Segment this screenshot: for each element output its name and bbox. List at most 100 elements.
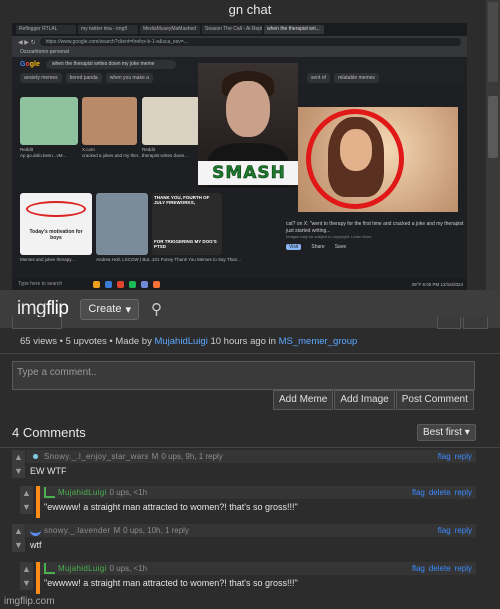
comments-count: 4 Comments <box>12 425 86 440</box>
image-action-button[interactable] <box>437 317 461 329</box>
meme-image: Reflogger RTLAL my twitter ima - imgfl M… <box>12 23 467 290</box>
image-action-button[interactable] <box>463 317 488 329</box>
up-arrow-icon[interactable]: ▲ <box>12 524 25 538</box>
delete-link[interactable]: delete <box>429 564 451 573</box>
page-scrollbar[interactable] <box>486 0 500 290</box>
avatar[interactable] <box>30 451 41 462</box>
windows-taskbar: Type here to search 29°F 6:05 PM 12/15/2… <box>12 278 467 290</box>
smash-label: SMASH <box>198 161 300 185</box>
result-source: Reddit <box>20 147 34 152</box>
delete-link[interactable]: delete <box>429 488 451 497</box>
comment-buttons: Add Meme Add Image Post Comment <box>273 390 475 410</box>
reply-link[interactable]: reply <box>455 526 472 535</box>
comment-username[interactable]: Snowy._.I_enjoy_star_wars <box>44 452 149 461</box>
up-arrow-icon[interactable]: ▲ <box>20 486 33 500</box>
reply-link[interactable]: reply <box>455 488 472 497</box>
browser-tab: Season The Call - Ai Reply <box>202 25 262 34</box>
flag-link[interactable]: flag <box>412 564 425 573</box>
vote-column: ▲ ▼ <box>20 562 33 590</box>
comment-reply: ▲ ▼ MujahidLuigi 0 ups, <1h flag delete … <box>20 486 476 518</box>
comment-username[interactable]: MujahidLuigi <box>58 564 107 573</box>
search-icon[interactable]: ⚲ <box>151 300 162 318</box>
chip: relatable memes <box>333 73 379 83</box>
comment-header: Snowy._.I_enjoy_star_wars M 0 ups, 9h, 1… <box>26 450 476 463</box>
divider <box>0 353 500 354</box>
vote-column: ▲ ▼ <box>12 450 25 478</box>
author-link[interactable]: MujahidLuigi <box>154 336 207 347</box>
comment-text: EW WTF <box>26 463 476 479</box>
flag-link[interactable]: flag <box>438 452 451 461</box>
chip: bored panda <box>65 73 102 83</box>
avatar[interactable] <box>44 563 55 574</box>
comment-input[interactable]: Type a comment.. <box>12 361 475 390</box>
avatar[interactable] <box>30 525 41 536</box>
graphic-text: FOR TRIGGERING MY DOG'S PTSD <box>154 239 217 249</box>
result-thumb: Today's motivation for boys <box>20 193 92 255</box>
post-time: 10 hours ago in <box>210 336 276 347</box>
add-meme-button[interactable]: Add Meme <box>273 390 334 410</box>
comment-meta: 0 ups, <1h <box>109 488 148 497</box>
google-search-box: when the therapist writes down my joke m… <box>45 59 176 69</box>
reply-link[interactable]: reply <box>455 564 472 573</box>
reply-link[interactable]: reply <box>455 452 472 461</box>
streamer-face <box>226 81 270 137</box>
down-arrow-icon[interactable]: ▼ <box>20 576 33 590</box>
graphic-text: THANK YOU, FOURTH OF JULY FIREWORKS, <box>154 195 210 205</box>
visit-button: Visit <box>286 243 302 250</box>
up-arrow-icon[interactable]: ▲ <box>20 562 33 576</box>
result-detail-text: cat? on X: "went to therapy for the firs… <box>286 221 464 234</box>
comment-body: MujahidLuigi 0 ups, <1h flag delete repl… <box>40 562 476 591</box>
app-icon <box>105 280 112 288</box>
result-thumb <box>20 97 78 145</box>
flag-link[interactable]: flag <box>412 488 425 497</box>
browser-tab-bar: Reflogger RTLAL my twitter ima - imgfl M… <box>12 23 467 36</box>
comment-header: MujahidLuigi 0 ups, <1h flag delete repl… <box>40 486 476 499</box>
mod-badge: M <box>151 452 159 461</box>
app-icon <box>117 280 124 288</box>
google-logo: Gogle <box>20 60 40 68</box>
view-count: 65 views <box>20 336 57 347</box>
up-arrow-icon[interactable]: ▲ <box>12 450 25 464</box>
down-arrow-icon[interactable]: ▼ <box>12 538 25 552</box>
result-caption: cracked a jokes and my ther... <box>82 153 142 158</box>
app-icon <box>153 280 160 288</box>
taskbar-search: Type here to search <box>18 281 63 287</box>
avatar[interactable] <box>44 487 55 498</box>
post-comment-button[interactable]: Post Comment <box>395 390 474 410</box>
result-thumb: THANK YOU, FOURTH OF JULY FIREWORKS, FOR… <box>152 193 222 255</box>
comment-header: snowy._.lavender M 0 ups, 10h, 1 reply f… <box>26 524 476 537</box>
graphic-text: Today's motivation for boys <box>29 229 83 241</box>
result-caption: Ap go.dafo.besn...vM... <box>20 153 67 158</box>
result-caption: therapist writes down... <box>142 153 189 158</box>
scrollbar-thumb[interactable] <box>488 96 498 158</box>
result-thumb <box>96 193 148 255</box>
browser-tab: MediaMuseyMaMashed <box>140 25 200 34</box>
comment-username[interactable]: MujahidLuigi <box>58 488 107 497</box>
share-button: Share <box>311 243 325 250</box>
logo-part: flip <box>46 298 69 319</box>
browser-url: https://www.google.com/search?client=fir… <box>39 38 461 46</box>
down-arrow-icon[interactable]: ▼ <box>12 464 25 478</box>
add-image-button[interactable]: Add Image <box>334 390 395 410</box>
comment-username[interactable]: snowy._.lavender <box>44 526 110 535</box>
comment-text: wtf <box>26 537 476 553</box>
result-detail-note: Images may be subject to copyright. Lear… <box>286 234 372 239</box>
divider <box>0 447 500 448</box>
folder-icon <box>93 280 100 288</box>
stream-link[interactable]: MS_memer_group <box>279 336 358 347</box>
sort-select[interactable]: Best first ▾ <box>417 424 476 441</box>
create-label: Create <box>88 303 122 315</box>
vote-column: ▲ ▼ <box>12 524 25 552</box>
result-caption: Memes and jokes therapy... <box>20 257 75 262</box>
red-circle-highlight <box>306 109 404 209</box>
browser-tab: Reflogger RTLAL <box>16 25 76 34</box>
made-by-label: Made by <box>115 336 152 347</box>
comment-meta: 0 ups, 9h, 1 reply <box>161 452 223 461</box>
result-source: Reddit <box>142 147 156 152</box>
down-arrow-icon[interactable]: ▼ <box>20 500 33 514</box>
sort-label: Best first <box>423 427 462 438</box>
comment-reply: ▲ ▼ MujahidLuigi 0 ups, <1h flag delete … <box>20 562 476 594</box>
flag-link[interactable]: flag <box>438 526 451 535</box>
image-action-button[interactable] <box>12 317 62 329</box>
logo-part: img <box>17 298 47 319</box>
